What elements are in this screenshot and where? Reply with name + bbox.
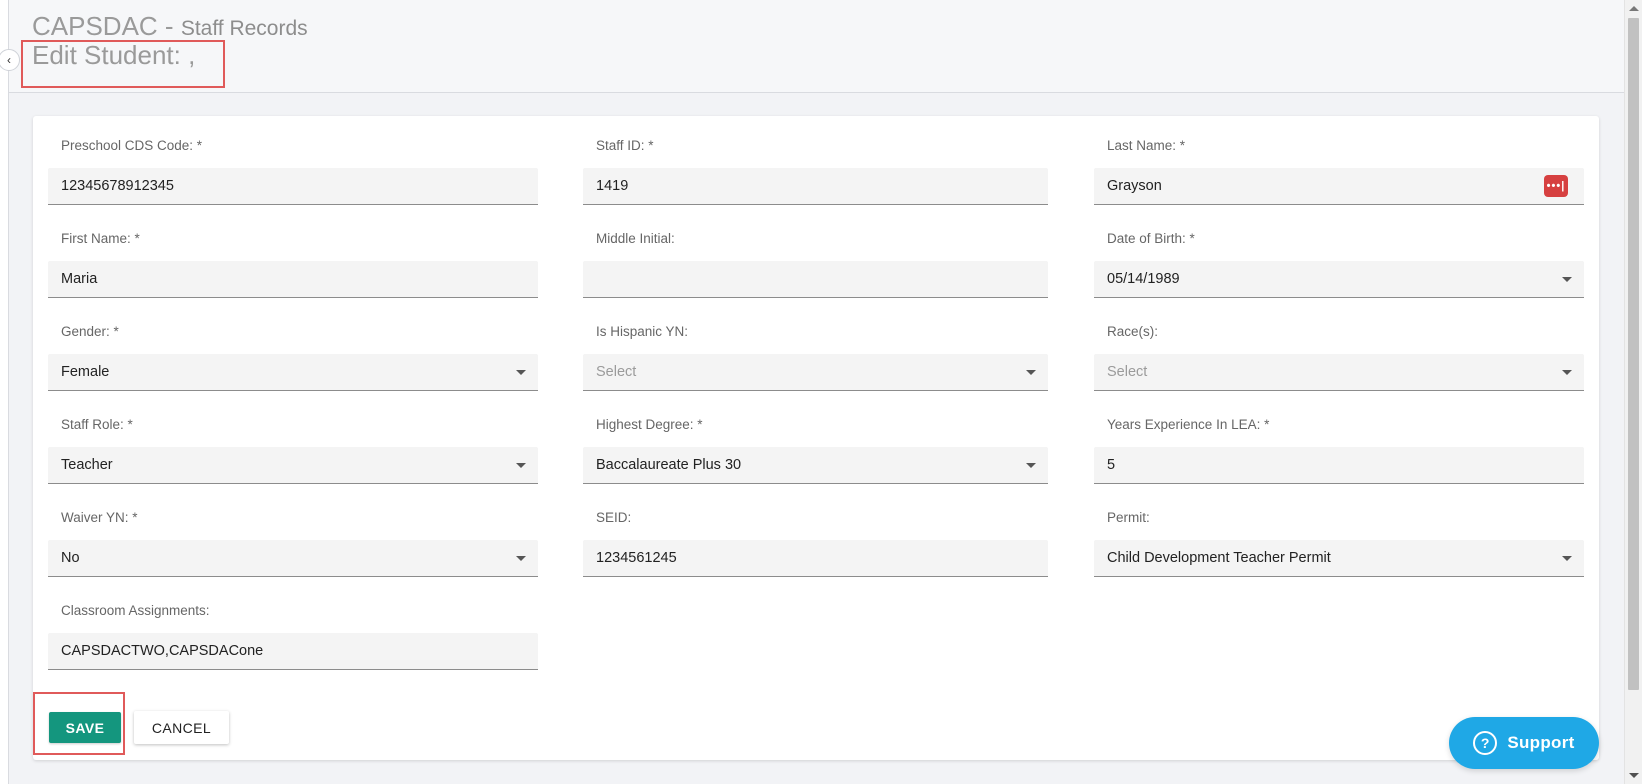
field-label: Highest Degree: * <box>596 417 703 432</box>
chevron-down-icon <box>516 370 526 375</box>
highest-degree-select[interactable]: Baccalaureate Plus 30 <box>583 447 1048 484</box>
chevron-down-icon <box>1562 277 1572 282</box>
chevron-down-icon <box>516 556 526 561</box>
field-label: Last Name: * <box>1107 138 1186 153</box>
field-label: Gender: * <box>61 324 119 339</box>
scroll-up-arrow-icon[interactable] <box>1629 6 1639 11</box>
middle-initial-input[interactable] <box>583 261 1048 298</box>
field-label: Staff Role: * <box>61 417 133 432</box>
staff-id-input[interactable]: 1419 <box>583 168 1048 205</box>
years-experience-input[interactable]: 5 <box>1094 447 1584 484</box>
save-button[interactable]: SAVE <box>49 712 121 743</box>
password-manager-icon[interactable]: •••| <box>1544 175 1568 197</box>
cancel-button[interactable]: CANCEL <box>134 711 229 744</box>
last-name-input[interactable]: Grayson •••| <box>1094 168 1584 205</box>
permit-select[interactable]: Child Development Teacher Permit <box>1094 540 1584 577</box>
field-label: Race(s): <box>1107 324 1159 339</box>
field-label: Preschool CDS Code: * <box>61 138 203 153</box>
support-button[interactable]: ? Support <box>1449 717 1599 769</box>
field-label: Staff ID: * <box>596 138 654 153</box>
field-label: First Name: * <box>61 231 140 246</box>
gender-select[interactable]: Female <box>48 354 538 391</box>
support-label: Support <box>1507 733 1575 752</box>
date-of-birth-select[interactable]: 05/14/1989 <box>1094 261 1584 298</box>
chevron-down-icon <box>1026 370 1036 375</box>
field-label: Waiver YN: * <box>61 510 138 525</box>
field-label: Is Hispanic YN: <box>596 324 689 339</box>
classroom-assignments-input[interactable]: CAPSDACTWO,CAPSDACone <box>48 633 538 670</box>
vertical-scrollbar[interactable] <box>1624 0 1642 784</box>
chevron-down-icon <box>1562 370 1572 375</box>
chevron-down-icon <box>1026 463 1036 468</box>
page-header: CAPSDAC - Staff Records Edit Student: , <box>9 0 1624 93</box>
staff-role-select[interactable]: Teacher <box>48 447 538 484</box>
question-circle-icon: ? <box>1473 731 1498 755</box>
chevron-down-icon <box>1562 556 1572 561</box>
field-label: Permit: <box>1107 510 1150 525</box>
field-label: Years Experience In LEA: * <box>1107 417 1270 432</box>
chevron-down-icon <box>516 463 526 468</box>
waiver-select[interactable]: No <box>48 540 538 577</box>
page-title: Edit Student: , <box>32 40 196 70</box>
field-label: Date of Birth: * <box>1107 231 1195 246</box>
is-hispanic-select[interactable]: Select <box>583 354 1048 391</box>
app-name: CAPSDAC <box>32 11 158 41</box>
sidebar-rail <box>0 0 9 784</box>
scrollbar-thumb[interactable] <box>1628 18 1639 690</box>
field-label: Middle Initial: <box>596 231 675 246</box>
seid-input[interactable]: 1234561245 <box>583 540 1048 577</box>
title-separator: - <box>157 11 181 41</box>
field-label: Classroom Assignments: <box>61 603 210 618</box>
app-title: CAPSDAC - Staff Records <box>32 11 308 42</box>
first-name-input[interactable]: Maria <box>48 261 538 298</box>
field-label: SEID: <box>596 510 632 525</box>
app-subtitle: Staff Records <box>180 17 308 40</box>
staff-form-card: Preschool CDS Code: * 12345678912345 Sta… <box>33 116 1599 760</box>
scroll-down-arrow-icon[interactable] <box>1629 773 1639 778</box>
chevron-left-icon: ‹ <box>7 53 11 67</box>
races-select[interactable]: Select <box>1094 354 1584 391</box>
preschool-cds-code-input[interactable]: 12345678912345 <box>48 168 538 205</box>
